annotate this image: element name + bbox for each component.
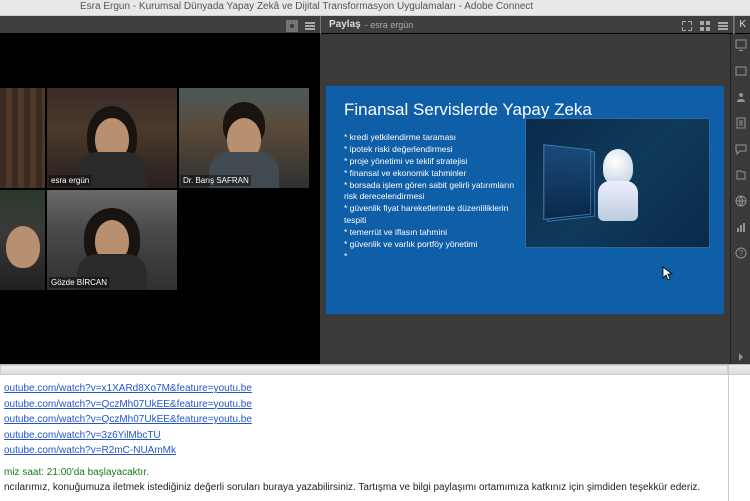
window-title: Esra Ergun - Kurumsal Dünyada Yapay Zekâ… <box>80 1 533 12</box>
chat-link[interactable]: outube.com/watch?v=QczMh07UkEE&feature=y… <box>4 412 724 428</box>
chat-pod[interactable]: outube.com/watch?v=x1XARd8Xo7M&feature=y… <box>0 365 728 501</box>
grid-layout-icon[interactable] <box>699 19 711 31</box>
slide-image <box>525 118 710 248</box>
tab-k[interactable]: K <box>734 16 750 34</box>
poll-icon[interactable] <box>734 220 748 234</box>
chat-side-panel <box>728 365 750 501</box>
weblinks-icon[interactable] <box>734 194 748 208</box>
whiteboard-icon[interactable] <box>734 64 748 78</box>
slide-bullet: finansal ve ekonomik tahminler <box>344 168 524 180</box>
video-tile[interactable] <box>0 88 45 188</box>
chat-link[interactable]: outube.com/watch?v=R2mC-NUAmMk <box>4 443 724 459</box>
files-icon[interactable] <box>734 168 748 182</box>
video-tile[interactable]: esra ergün <box>47 88 177 188</box>
notes-icon[interactable] <box>734 116 748 130</box>
video-pod: esra ergün Dr. Barış SAFRAN Gözde BİRCAN <box>0 34 320 364</box>
slide-bullet: kredi yetkilendirme taraması <box>344 132 524 144</box>
slide-bullet: güvenlik ve varlık portföy yönetimi <box>344 239 524 251</box>
video-tile[interactable] <box>0 190 45 290</box>
slide-bullet: proje yönetimi ve teklif stratejisi <box>344 156 524 168</box>
share-pod-title: Paylaş <box>321 19 365 30</box>
chat-link[interactable]: outube.com/watch?v=x1XARd8Xo7M&feature=y… <box>4 381 724 397</box>
slide-bullets: kredi yetkilendirme taraması ipotek risk… <box>344 132 524 263</box>
window-titlebar: Esra Ergun - Kurumsal Dünyada Yapay Zekâ… <box>0 0 750 16</box>
chat-icon[interactable] <box>734 142 748 156</box>
share-pod: Finansal Servislerde Yapay Zeka kredi ye… <box>320 34 730 364</box>
attendees-icon[interactable] <box>734 90 748 104</box>
pod-divider[interactable] <box>0 365 728 375</box>
right-sidebar: ? <box>730 34 750 364</box>
slide-title: Finansal Servislerde Yapay Zeka <box>344 100 706 120</box>
qa-icon[interactable]: ? <box>734 246 748 260</box>
presentation-slide: Finansal Servislerde Yapay Zeka kredi ye… <box>326 86 724 314</box>
pod-menu-icon[interactable] <box>717 19 729 31</box>
slide-bullet: ipotek riski değerlendirmesi <box>344 144 524 156</box>
participant-name: Gözde BİRCAN <box>49 277 109 288</box>
pod-options-icon[interactable] <box>304 19 316 31</box>
share-icon[interactable] <box>734 38 748 52</box>
maximize-pod-icon[interactable] <box>286 19 298 31</box>
panel-resize-handle[interactable] <box>729 365 750 375</box>
cursor-icon <box>662 266 674 282</box>
slide-bullet: temerrüt ve iflasın tahmini <box>344 227 524 239</box>
video-tile[interactable]: Dr. Barış SAFRAN <box>179 88 309 188</box>
video-tile[interactable]: Gözde BİRCAN <box>47 190 177 290</box>
participant-name: esra ergün <box>49 175 91 186</box>
top-toolbar: Paylaş - esra ergün K <box>0 16 750 34</box>
slide-bullet: güvenlik fiyat hareketlerinde düzenlilik… <box>344 203 524 227</box>
slide-bullet: borsada işlem gören sabit gelirli yatırı… <box>344 180 524 204</box>
fullscreen-icon[interactable] <box>681 19 693 31</box>
chat-system-message: miz saat: 21:00'da başlayacaktır. <box>4 467 724 478</box>
chat-message: ncılarımız, konuğumuza iletmek istediğin… <box>4 482 724 493</box>
svg-text:?: ? <box>738 249 743 258</box>
chat-link[interactable]: outube.com/watch?v=QczMh07UkEE&feature=y… <box>4 397 724 413</box>
collapse-sidebar-icon[interactable] <box>734 350 748 364</box>
slide-bullet <box>344 251 524 263</box>
chat-link[interactable]: outube.com/watch?v=3z6YilMbcTU <box>4 428 724 444</box>
share-presenter-name: - esra ergün <box>365 20 414 30</box>
participant-name: Dr. Barış SAFRAN <box>181 175 251 186</box>
